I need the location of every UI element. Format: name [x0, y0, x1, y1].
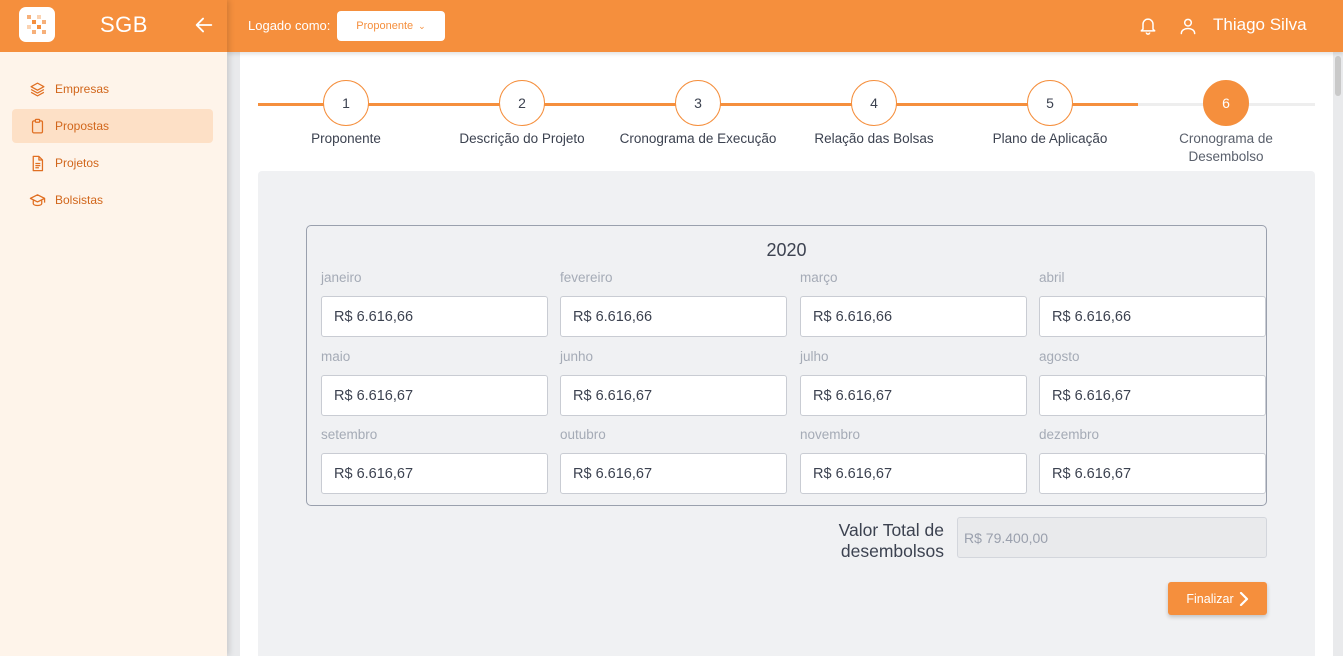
sidebar-item-label: Empresas: [55, 82, 110, 96]
month-value-input[interactable]: [800, 453, 1027, 494]
month-label: janeiro: [321, 270, 362, 285]
step-label: Cronograma de Desembolso: [1179, 131, 1273, 164]
month-label: setembro: [321, 427, 378, 442]
logo-icon: [27, 14, 46, 34]
month-julho: julho: [800, 349, 1027, 416]
step-1[interactable]: 1 Proponente: [258, 80, 434, 148]
month-value-input[interactable]: [321, 453, 548, 494]
layers-icon: [30, 81, 45, 97]
step-4[interactable]: 4 Relação das Bolsas: [786, 80, 962, 148]
stepper: 1 Proponente 2 Descrição do Projeto 3 Cr…: [258, 80, 1315, 170]
step-number: 3: [675, 80, 721, 126]
sidebar-item-projetos[interactable]: Projetos: [12, 146, 213, 180]
sidebar-item-propostas[interactable]: Propostas: [12, 109, 213, 143]
scrollbar[interactable]: [1333, 52, 1343, 656]
step-label: Cronograma de Execução: [619, 131, 777, 146]
clipboard-icon: [31, 118, 44, 134]
step-number: 6: [1203, 80, 1249, 126]
month-value-input[interactable]: [321, 375, 548, 416]
step-6[interactable]: 6 Cronograma de Desembolso: [1138, 80, 1314, 166]
month-label: novembro: [800, 427, 861, 442]
step-number: 1: [323, 80, 369, 126]
disbursement-panel: 2020 janeiro fevereiro março abril maio: [258, 171, 1315, 656]
role-select-value: Proponente: [356, 20, 414, 32]
step-label: Proponente: [311, 131, 381, 146]
month-marco: março: [800, 270, 1027, 337]
month-label: outubro: [560, 427, 606, 442]
month-value-input[interactable]: [560, 375, 787, 416]
chevron-right-icon: [1239, 591, 1248, 606]
user-icon[interactable]: [1178, 15, 1198, 37]
month-janeiro: janeiro: [321, 270, 548, 337]
month-dezembro: dezembro: [1039, 427, 1266, 494]
main-content: 1 Proponente 2 Descrição do Projeto 3 Cr…: [240, 52, 1333, 656]
sidebar-item-label: Bolsistas: [55, 193, 104, 207]
month-abril: abril: [1039, 270, 1266, 337]
sidebar-header: SGB: [0, 0, 227, 52]
topbar: Logado como: Proponente ⌄ Thiago Silva: [227, 0, 1343, 52]
total-label: Valor Total de desembolsos: [838, 520, 944, 561]
month-value-input[interactable]: [1039, 296, 1266, 337]
document-icon: [32, 155, 44, 171]
step-5[interactable]: 5 Plano de Aplicação: [962, 80, 1138, 148]
graduation-cap-icon: [29, 193, 46, 206]
month-label: agosto: [1039, 349, 1080, 364]
user-name[interactable]: Thiago Silva: [1213, 15, 1307, 35]
month-label: dezembro: [1039, 427, 1100, 442]
app-logo[interactable]: [19, 7, 55, 42]
step-number: 4: [851, 80, 897, 126]
month-value-input[interactable]: [800, 375, 1027, 416]
logged-as-label: Logado como:: [248, 18, 331, 33]
month-value-input[interactable]: [560, 296, 787, 337]
year-title: 2020: [766, 240, 807, 260]
scrollbar-thumb[interactable]: [1335, 56, 1341, 96]
finish-button-label: Finalizar: [1186, 591, 1234, 606]
month-value-input[interactable]: [560, 453, 787, 494]
step-3[interactable]: 3 Cronograma de Execução: [610, 80, 786, 148]
step-number: 5: [1027, 80, 1073, 126]
bell-icon[interactable]: [1138, 14, 1158, 36]
finish-button[interactable]: Finalizar: [1168, 582, 1267, 615]
month-maio: maio: [321, 349, 548, 416]
chevron-down-icon: ⌄: [418, 20, 426, 31]
month-novembro: novembro: [800, 427, 1027, 494]
year-schedule-box: 2020 janeiro fevereiro março abril maio: [306, 225, 1267, 506]
month-label: maio: [321, 349, 351, 364]
month-label: junho: [560, 349, 594, 364]
month-value-input[interactable]: [1039, 375, 1266, 416]
app-name: SGB: [100, 12, 148, 37]
sidebar-item-label: Propostas: [55, 119, 110, 133]
step-label: Plano de Aplicação: [992, 131, 1108, 146]
step-number: 2: [499, 80, 545, 126]
sidebar-nav: Empresas Propostas Projetos Bolsistas: [0, 52, 227, 217]
month-value-input[interactable]: [321, 296, 548, 337]
month-setembro: setembro: [321, 427, 548, 494]
sidebar: SGB Empresas Propostas Projetos Bolsista…: [0, 0, 227, 656]
month-label: março: [800, 270, 838, 285]
month-value-input[interactable]: [800, 296, 1027, 337]
role-select[interactable]: Proponente ⌄: [337, 11, 445, 41]
step-2[interactable]: 2 Descrição do Projeto: [434, 80, 610, 148]
arrow-left-icon[interactable]: [193, 14, 215, 36]
sidebar-item-bolsistas[interactable]: Bolsistas: [12, 183, 213, 217]
sidebar-item-label: Projetos: [55, 156, 100, 170]
month-fevereiro: fevereiro: [560, 270, 787, 337]
step-label: Relação das Bolsas: [814, 131, 934, 146]
step-label: Descrição do Projeto: [459, 131, 585, 146]
month-label: julho: [800, 349, 829, 364]
month-label: fevereiro: [560, 270, 613, 285]
month-value-input[interactable]: [1039, 453, 1266, 494]
month-label: abril: [1039, 270, 1065, 285]
month-agosto: agosto: [1039, 349, 1266, 416]
month-outubro: outubro: [560, 427, 787, 494]
total-value-field: [957, 517, 1267, 558]
month-junho: junho: [560, 349, 787, 416]
sidebar-item-empresas[interactable]: Empresas: [12, 72, 213, 106]
